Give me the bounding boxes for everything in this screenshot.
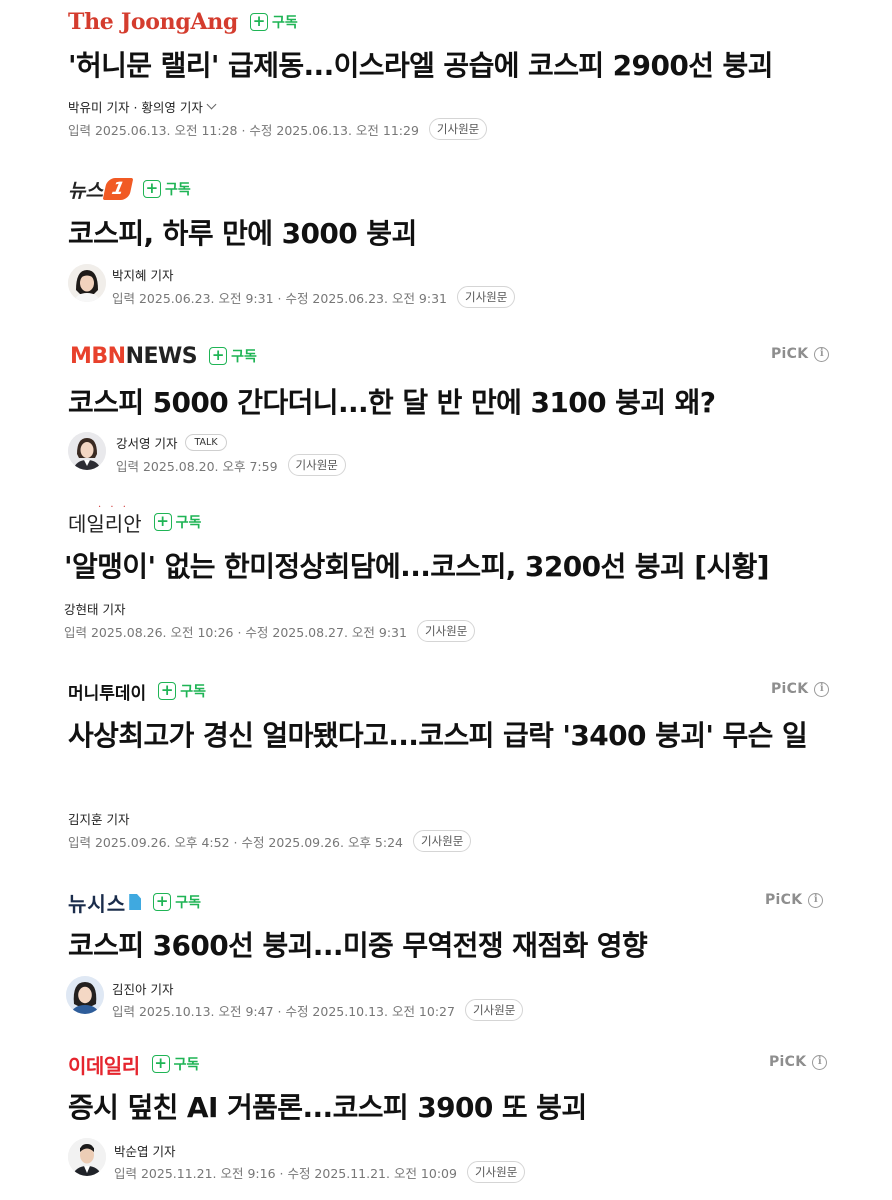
original-article-button[interactable]: 기사원문 xyxy=(416,620,476,642)
article-headline[interactable]: '알맹이' 없는 한미정상회담에...코스피, 3200선 붕괴 [시황] xyxy=(64,547,770,587)
press-logo-edaily[interactable]: 이데일리 xyxy=(68,1050,140,1079)
date-text: 입력 2025.09.26. 오후 4:52 · 수정 2025.09.26. … xyxy=(68,834,403,850)
original-article-button[interactable]: 기사원문 xyxy=(466,1161,526,1183)
press-row: · · · 데일리안 + 구독 xyxy=(68,502,202,537)
reporter-name[interactable]: 김지훈 기자 xyxy=(68,809,129,828)
info-icon[interactable]: i xyxy=(814,346,830,362)
date-text: 입력 2025.06.13. 오전 11:28 · 수정 2025.06.13.… xyxy=(68,122,419,138)
article-dates: 입력 2025.06.23. 오전 9:31 · 수정 2025.06.23. … xyxy=(112,286,516,308)
pick-badge[interactable]: PiCK i xyxy=(769,1054,828,1070)
press-logo-newsis[interactable]: 뉴시스 xyxy=(68,888,142,917)
original-article-button[interactable]: 기사원문 xyxy=(413,830,472,852)
reporter-name[interactable]: 박순엽 기자 xyxy=(114,1141,175,1160)
plus-icon: + xyxy=(153,893,172,911)
article-dates: 입력 2025.06.13. 오전 11:28 · 수정 2025.06.13.… xyxy=(68,118,488,140)
article-dates: 입력 2025.10.13. 오전 9:47 · 수정 2025.10.13. … xyxy=(112,999,524,1021)
press-logo-text: NEWS xyxy=(125,343,198,369)
press-row: 뉴스 1 + 구독 xyxy=(68,175,191,203)
reporter-avatar[interactable] xyxy=(68,1138,106,1176)
subscribe-label: 구독 xyxy=(173,1057,200,1073)
pick-label: PiCK xyxy=(771,681,809,697)
reporter-name[interactable]: 김진아 기자 xyxy=(112,979,173,998)
original-article-button[interactable]: 기사원문 xyxy=(428,118,488,140)
plus-icon: + xyxy=(250,13,269,31)
reporter-avatar[interactable] xyxy=(68,432,106,470)
subscribe-button[interactable]: + 구독 xyxy=(142,179,191,199)
subscribe-button[interactable]: + 구독 xyxy=(151,1054,200,1074)
pick-label: PiCK xyxy=(771,346,809,362)
reporter-name[interactable]: 강서영 기자 TALK xyxy=(116,433,227,452)
info-icon[interactable]: i xyxy=(812,1054,828,1070)
article-headline[interactable]: 코스피, 하루 만에 3000 붕괴 xyxy=(68,214,417,254)
info-icon[interactable]: i xyxy=(814,681,830,697)
reporter-name[interactable]: 박유미 기자 · 황의영 기자 xyxy=(68,97,217,116)
date-text: 입력 2025.10.13. 오전 9:47 · 수정 2025.10.13. … xyxy=(112,1003,455,1019)
press-logo-text: 뉴스 xyxy=(68,179,103,202)
subscribe-button[interactable]: + 구독 xyxy=(153,892,201,912)
plus-icon: + xyxy=(153,513,172,531)
subscribe-button[interactable]: + 구독 xyxy=(158,681,206,701)
press-logo-text: MBN xyxy=(70,343,126,369)
subscribe-button[interactable]: + 구독 xyxy=(153,512,202,532)
original-article-button[interactable]: 기사원문 xyxy=(464,999,524,1021)
subscribe-button[interactable]: + 구독 xyxy=(250,12,298,32)
pick-badge[interactable]: PiCK i xyxy=(771,346,830,362)
reporter-name[interactable]: 강현태 기자 xyxy=(64,599,125,618)
logo-accent-icon: · · · xyxy=(98,501,129,513)
press-row: MBN NEWS + 구독 xyxy=(70,342,257,370)
article-dates: 입력 2025.11.21. 오전 9:16 · 수정 2025.11.21. … xyxy=(114,1161,526,1183)
press-row: 이데일리 + 구독 xyxy=(68,1050,199,1078)
article-headline[interactable]: 코스피 3600선 붕괴...미중 무역전쟁 재점화 영향 xyxy=(68,926,648,966)
info-icon[interactable]: i xyxy=(808,892,824,908)
subscribe-button[interactable]: + 구독 xyxy=(209,346,257,366)
article-dates: 입력 2025.09.26. 오후 4:52 · 수정 2025.09.26. … xyxy=(68,830,472,852)
logo-mark-icon xyxy=(129,894,142,910)
press-logo-joongang[interactable]: The JoongAng xyxy=(68,9,238,35)
subscribe-label: 구독 xyxy=(175,515,202,531)
press-logo-text: 뉴시스 xyxy=(68,891,127,916)
press-row: 머니투데이 + 구독 xyxy=(68,677,206,705)
plus-icon: + xyxy=(142,180,161,198)
date-text: 입력 2025.08.26. 오전 10:26 · 수정 2025.08.27.… xyxy=(64,624,407,640)
article-headline[interactable]: 코스피 5000 간다더니...한 달 반 만에 3100 붕괴 왜? xyxy=(68,383,716,423)
original-article-button[interactable]: 기사원문 xyxy=(287,454,346,476)
article-dates: 입력 2025.08.20. 오후 7:59 기사원문 xyxy=(116,454,346,476)
press-logo-moneytoday[interactable]: 머니투데이 xyxy=(68,679,146,704)
reporter-name[interactable]: 박지혜 기자 xyxy=(112,265,173,284)
press-logo-badge: 1 xyxy=(102,178,134,200)
press-row: The JoongAng + 구독 xyxy=(68,8,298,36)
press-row: 뉴시스 + 구독 xyxy=(68,888,201,916)
chevron-down-icon[interactable] xyxy=(206,99,217,110)
reporter-name-text: 강서영 기자 xyxy=(116,436,178,451)
plus-icon: + xyxy=(209,347,228,365)
subscribe-label: 구독 xyxy=(175,895,201,911)
press-logo-mbn[interactable]: MBN NEWS xyxy=(70,343,198,369)
plus-icon: + xyxy=(151,1055,170,1073)
subscribe-label: 구독 xyxy=(272,15,298,31)
article-headline[interactable]: 사상최고가 경신 얼마됐다고...코스피 급락 '3400 붕괴' 무슨 일 xyxy=(68,716,818,756)
date-text: 입력 2025.06.23. 오전 9:31 · 수정 2025.06.23. … xyxy=(112,290,447,306)
original-article-button[interactable]: 기사원문 xyxy=(457,286,516,308)
press-logo-news1[interactable]: 뉴스 1 xyxy=(68,176,134,203)
talk-button[interactable]: TALK xyxy=(185,434,227,451)
article-headline[interactable]: '허니문 랠리' 급제동...이스라엘 공습에 코스피 2900선 붕괴 xyxy=(68,46,773,86)
date-text: 입력 2025.11.21. 오전 9:16 · 수정 2025.11.21. … xyxy=(114,1165,457,1181)
reporter-avatar[interactable] xyxy=(68,264,106,302)
pick-label: PiCK xyxy=(769,1054,807,1070)
plus-icon: + xyxy=(158,682,177,700)
press-logo-dailian[interactable]: · · · 데일리안 xyxy=(68,502,142,537)
article-headline[interactable]: 증시 덮친 AI 거품론...코스피 3900 또 붕괴 xyxy=(68,1088,587,1128)
subscribe-label: 구독 xyxy=(180,684,206,700)
pick-badge[interactable]: PiCK i xyxy=(765,892,824,908)
subscribe-label: 구독 xyxy=(231,349,257,365)
pick-label: PiCK xyxy=(765,892,803,908)
reporter-avatar[interactable] xyxy=(66,976,104,1014)
pick-badge[interactable]: PiCK i xyxy=(771,681,830,697)
article-dates: 입력 2025.08.26. 오전 10:26 · 수정 2025.08.27.… xyxy=(64,620,476,642)
date-text: 입력 2025.08.20. 오후 7:59 xyxy=(116,458,278,474)
reporter-name-text: 박유미 기자 · 황의영 기자 xyxy=(68,100,203,115)
subscribe-label: 구독 xyxy=(164,182,191,198)
